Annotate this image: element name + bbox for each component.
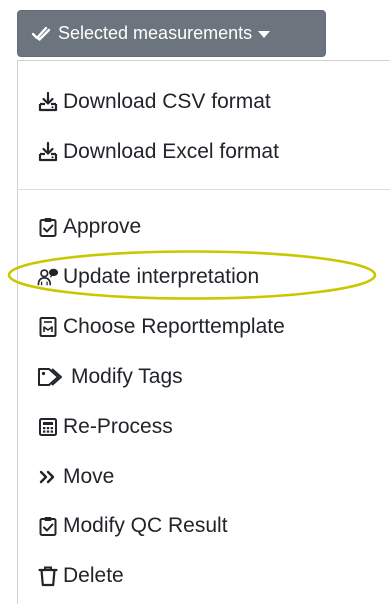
menu-item-label: Delete bbox=[63, 564, 124, 587]
calculator-icon bbox=[37, 416, 59, 438]
menu-item-label: Re-Process bbox=[63, 415, 173, 438]
download-tray-icon bbox=[37, 91, 59, 113]
clipboard-check-icon bbox=[37, 216, 59, 238]
user-comment-icon bbox=[37, 266, 59, 288]
trash-icon bbox=[37, 565, 59, 587]
stage: Selected measurements Download CSV forma… bbox=[0, 0, 390, 604]
menu-item-modify-tags[interactable]: Modify Tags bbox=[37, 360, 183, 394]
menu-item-re-process[interactable]: Re-Process bbox=[37, 410, 173, 444]
tags-icon bbox=[37, 366, 67, 388]
menu-item-move[interactable]: Move bbox=[37, 460, 114, 494]
menu-item-approve[interactable]: Approve bbox=[37, 210, 141, 244]
menu-item-label: Approve bbox=[63, 215, 142, 238]
menu-item-delete[interactable]: Delete bbox=[37, 559, 124, 593]
menu-item-choose-reporttemplate[interactable]: Choose Reporttemplate bbox=[37, 310, 285, 344]
menu-item-label: Modify QC Result bbox=[63, 514, 228, 537]
menu-item-label: Move bbox=[63, 465, 115, 488]
menu-item-update-interpretation[interactable]: Update interpretation bbox=[37, 260, 259, 294]
dropdown-button-label: Selected measurements bbox=[58, 23, 253, 43]
clipboard-check-icon bbox=[37, 515, 59, 537]
download-tray-icon bbox=[37, 141, 59, 163]
report-file-icon bbox=[37, 316, 59, 338]
menu-item-label: Update interpretation bbox=[63, 265, 260, 288]
menu-item-label: Download CSV format bbox=[63, 90, 271, 113]
menu-item-modify-qc-result[interactable]: Modify QC Result bbox=[37, 509, 228, 543]
caret-down-icon bbox=[258, 31, 271, 38]
menu-divider bbox=[17, 189, 390, 190]
menu-item-label: Choose Reporttemplate bbox=[63, 315, 285, 338]
double-chevron-right-icon bbox=[37, 466, 59, 488]
menu-item-download-excel[interactable]: Download Excel format bbox=[37, 135, 279, 169]
menu-item-label: Download Excel format bbox=[63, 140, 279, 163]
double-check-icon bbox=[30, 24, 52, 44]
menu-item-download-csv[interactable]: Download CSV format bbox=[37, 85, 271, 119]
menu-item-label: Modify Tags bbox=[71, 365, 183, 388]
selected-measurements-dropdown-button[interactable]: Selected measurements bbox=[17, 10, 326, 57]
